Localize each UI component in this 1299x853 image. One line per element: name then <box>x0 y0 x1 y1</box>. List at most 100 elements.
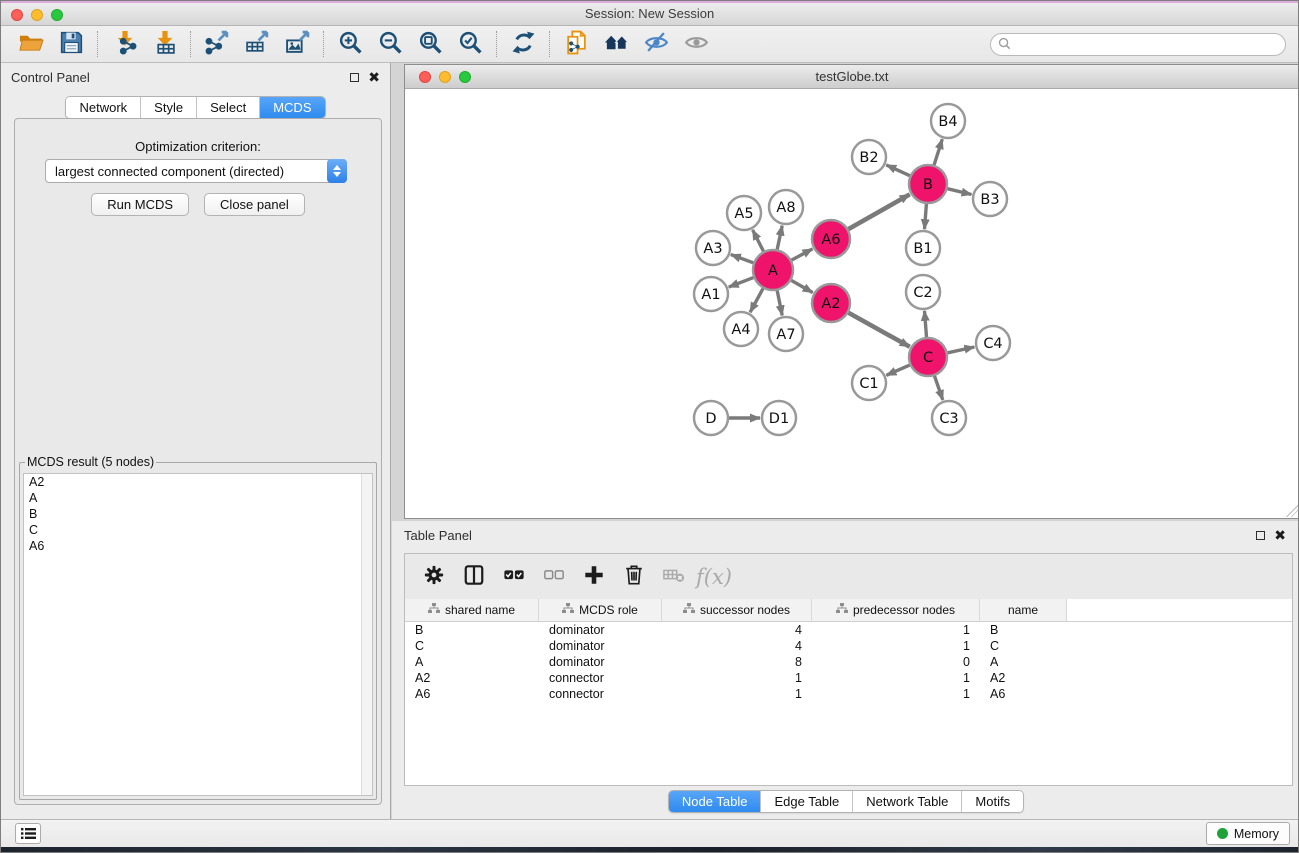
node-A5[interactable]: A5 <box>727 196 761 230</box>
cell-name[interactable]: C <box>980 638 1067 654</box>
window-resize-grip[interactable] <box>1286 505 1298 517</box>
select-all-button[interactable] <box>499 561 529 593</box>
cell-MCDS-role[interactable]: connector <box>539 670 662 686</box>
apply-layout-button[interactable] <box>503 29 543 59</box>
node-A6[interactable]: A6 <box>812 220 850 258</box>
node-B3[interactable]: B3 <box>973 182 1007 216</box>
task-history-button[interactable] <box>15 823 41 844</box>
edge-B-B2[interactable] <box>886 165 910 176</box>
zoom-fit-button[interactable] <box>410 29 450 59</box>
export-network-button[interactable] <box>197 29 237 59</box>
edge-B-B1[interactable] <box>925 204 927 229</box>
open-session-button[interactable] <box>11 29 51 59</box>
network-zoom-button[interactable] <box>459 71 471 83</box>
cell-name[interactable]: A2 <box>980 670 1067 686</box>
node-A[interactable]: A <box>753 250 793 290</box>
run-mcds-button[interactable]: Run MCDS <box>91 193 189 216</box>
node-B1[interactable]: B1 <box>906 231 940 265</box>
edge-A-A7[interactable] <box>777 291 782 316</box>
import-network-button[interactable] <box>104 29 144 59</box>
table-row[interactable]: Bdominator41B <box>405 622 1292 638</box>
table-settings-button[interactable] <box>419 561 449 593</box>
deselect-all-button[interactable] <box>539 561 569 593</box>
node-A4[interactable]: A4 <box>724 312 758 346</box>
create-column-button[interactable] <box>579 561 609 593</box>
cell-MCDS-role[interactable]: dominator <box>539 638 662 654</box>
zoom-out-button[interactable] <box>370 29 410 59</box>
save-session-button[interactable] <box>51 29 91 59</box>
cell-successor-nodes[interactable]: 1 <box>662 670 812 686</box>
cell-successor-nodes[interactable]: 4 <box>662 638 812 654</box>
delete-column-button[interactable] <box>619 561 649 593</box>
close-panel-button[interactable]: Close panel <box>204 193 305 216</box>
column-header-name[interactable]: name <box>980 599 1067 621</box>
cell-predecessor-nodes[interactable]: 1 <box>812 670 980 686</box>
mcds-result-item[interactable]: A6 <box>24 538 372 554</box>
network-close-button[interactable] <box>419 71 431 83</box>
node-A8[interactable]: A8 <box>769 190 803 224</box>
edge-A-A6[interactable] <box>792 249 813 260</box>
node-A7[interactable]: A7 <box>769 317 803 351</box>
close-window-button[interactable] <box>11 9 23 21</box>
mcds-result-item[interactable]: B <box>24 506 372 522</box>
search-input[interactable] <box>990 33 1286 56</box>
node-B[interactable]: B <box>909 165 947 203</box>
tab-motifs[interactable]: Motifs <box>962 791 1023 812</box>
close-panel-icon[interactable]: ✖ <box>368 72 380 82</box>
new-network-from-selection-button[interactable] <box>556 29 596 59</box>
cell-predecessor-nodes[interactable]: 1 <box>812 686 980 702</box>
edge-A-A3[interactable] <box>731 255 754 263</box>
mcds-result-list[interactable]: A2ABCA6 <box>23 473 373 796</box>
node-C2[interactable]: C2 <box>906 275 940 309</box>
table-row[interactable]: Adominator80A <box>405 654 1292 670</box>
cell-name[interactable]: A6 <box>980 686 1067 702</box>
float-table-panel-icon[interactable] <box>1256 531 1265 540</box>
edge-A-A8[interactable] <box>777 226 782 250</box>
cell-name[interactable]: A <box>980 654 1067 670</box>
node-C4[interactable]: C4 <box>976 326 1010 360</box>
edge-A-A1[interactable] <box>729 278 754 288</box>
tab-select[interactable]: Select <box>197 97 260 118</box>
edge-A-A4[interactable] <box>750 289 763 313</box>
mcds-result-item[interactable]: A <box>24 490 372 506</box>
close-table-panel-icon[interactable]: ✖ <box>1274 530 1286 540</box>
tab-edge-table[interactable]: Edge Table <box>761 791 853 812</box>
result-list-scrollbar[interactable] <box>361 474 372 795</box>
node-C1[interactable]: C1 <box>852 366 886 400</box>
memory-status-button[interactable]: Memory <box>1206 822 1290 845</box>
edge-B-B4[interactable] <box>934 139 942 165</box>
node-A3[interactable]: A3 <box>696 231 730 265</box>
optimization-criterion-select[interactable]: largest connected component (directed) <box>45 159 347 183</box>
tab-network[interactable]: Network <box>66 97 141 118</box>
cell-predecessor-nodes[interactable]: 1 <box>812 638 980 654</box>
node-C3[interactable]: C3 <box>932 401 966 435</box>
cell-name[interactable]: B <box>980 622 1067 638</box>
minimize-window-button[interactable] <box>31 9 43 21</box>
zoom-window-button[interactable] <box>51 9 63 21</box>
table-row[interactable]: A6connector11A6 <box>405 686 1292 702</box>
cell-successor-nodes[interactable]: 4 <box>662 622 812 638</box>
mcds-result-item[interactable]: A2 <box>24 474 372 490</box>
hide-selected-button[interactable] <box>636 29 676 59</box>
table-row[interactable]: A2connector11A2 <box>405 670 1292 686</box>
node-D[interactable]: D <box>694 401 728 435</box>
edge-C-C4[interactable] <box>948 347 975 353</box>
network-canvas[interactable]: B4B2BB3B1A5A8A6A3AA1C2A2A4A7CC4C1C3DD1 <box>405 89 1299 518</box>
edge-A6-B[interactable] <box>848 194 909 229</box>
show-columns-button[interactable] <box>459 561 489 593</box>
cell-shared-name[interactable]: A <box>405 654 539 670</box>
cell-predecessor-nodes[interactable]: 1 <box>812 622 980 638</box>
node-C[interactable]: C <box>909 338 947 376</box>
column-header-predecessor-nodes[interactable]: predecessor nodes <box>812 599 980 621</box>
network-graph[interactable]: B4B2BB3B1A5A8A6A3AA1C2A2A4A7CC4C1C3DD1 <box>405 89 1299 518</box>
edge-C-C1[interactable] <box>886 365 909 375</box>
edge-A-A2[interactable] <box>791 280 812 292</box>
first-neighbors-button[interactable] <box>596 29 636 59</box>
zoom-selected-button[interactable] <box>450 29 490 59</box>
cell-successor-nodes[interactable]: 8 <box>662 654 812 670</box>
column-header-successor-nodes[interactable]: successor nodes <box>662 599 812 621</box>
import-table-button[interactable] <box>144 29 184 59</box>
float-panel-icon[interactable] <box>350 73 359 82</box>
node-B4[interactable]: B4 <box>931 104 965 138</box>
show-all-button[interactable] <box>676 29 716 59</box>
